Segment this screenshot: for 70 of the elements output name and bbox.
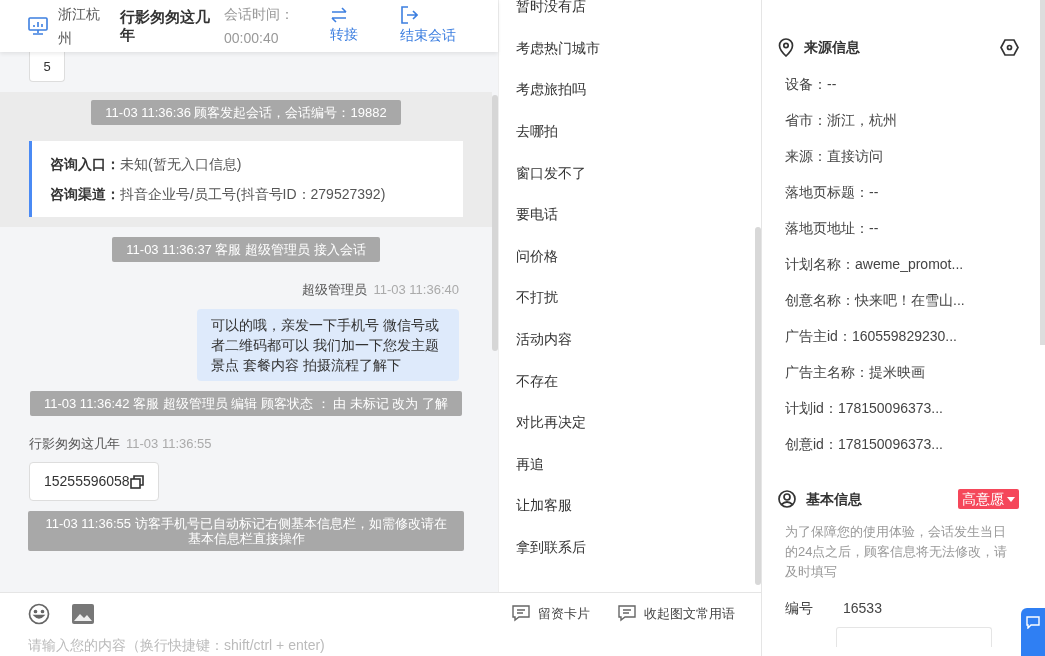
customer-name: 行影匆匆这几年 bbox=[120, 8, 211, 44]
emoji-icon bbox=[28, 602, 50, 625]
quick-reply-item[interactable]: 不存在 bbox=[499, 360, 749, 402]
info-row-text: 咨询渠道：抖音企业号/员工号(抖音号ID：279527392) bbox=[50, 185, 387, 204]
info-row-text: 落地页标题：-- bbox=[785, 183, 880, 202]
copy-icon bbox=[129, 474, 144, 489]
info-row-text: 省市：浙江，杭州 bbox=[785, 111, 898, 130]
quick-reply-item[interactable]: 不打扰 bbox=[499, 277, 749, 319]
info-row-text: 计划名称：aweme_promot... bbox=[785, 255, 965, 274]
section-title: 来源信息 bbox=[804, 37, 860, 57]
quick-reply-item[interactable]: 考虑热门城市 bbox=[499, 27, 749, 70]
scrollbar-thumb[interactable] bbox=[492, 95, 498, 351]
info-row-text: 创意名称：快来吧！在雪山... bbox=[785, 291, 966, 310]
quick-reply-item[interactable]: 去哪拍 bbox=[499, 110, 749, 153]
system-message: 11-03 11:36:37 客服 超级管理员 接入会话 bbox=[112, 237, 380, 262]
comment-icon bbox=[512, 605, 530, 623]
scrollbar-thumb[interactable] bbox=[755, 227, 761, 585]
transfer-button[interactable]: 转接 bbox=[330, 7, 358, 45]
info-row-text: 咨询入口：未知(暂无入口信息) bbox=[50, 155, 243, 174]
session-time: 00:00:40 bbox=[224, 29, 280, 48]
comment-icon bbox=[618, 605, 636, 623]
system-message: 11-03 11:36:55 访客手机号已自动标记右侧基本信息栏，如需修改请在基本信息栏直接操作 bbox=[28, 511, 464, 551]
message-time: 11-03 11:36:40 bbox=[373, 281, 459, 299]
info-row-text: 计划id：178150096373... bbox=[785, 399, 944, 418]
settings-icon bbox=[1000, 38, 1019, 56]
toolbar-button[interactable]: 留资卡片 bbox=[512, 603, 590, 624]
info-row-text: 来源：直接访问 bbox=[785, 147, 884, 166]
input-field[interactable] bbox=[836, 627, 992, 647]
quick-reply-item[interactable]: 对比再决定 bbox=[499, 401, 749, 444]
info-row-text: 设备：-- bbox=[785, 75, 838, 94]
scrollbar-thumb[interactable] bbox=[1040, 0, 1045, 345]
field-label: 编号 bbox=[785, 599, 814, 618]
phone-number: 15255596058 bbox=[44, 472, 130, 491]
quick-reply-item[interactable]: 拿到联系后 bbox=[499, 526, 749, 569]
quick-reply-item[interactable]: 窗口发不了 bbox=[499, 152, 749, 194]
exit-icon bbox=[400, 6, 418, 24]
info-row-text: 落地页地址：-- bbox=[785, 219, 880, 238]
info-row-text: 广告主id：160559829230... bbox=[785, 327, 958, 346]
system-message: 11-03 11:36:36 顾客发起会话，会话编号：19882 bbox=[91, 100, 401, 125]
toolbar-button[interactable]: 收起图文常用语 bbox=[618, 603, 735, 624]
system-message: 11-03 11:36:42 客服 超级管理员 编辑 顾客状态 ： 由 未标记 改为 了解 bbox=[29, 390, 462, 416]
message-bubble: 可以的哦，亲发一下手机号 微信号或者二维码都可以 我们加一下您发主题景点 套餐内容 拍摄流程了解下 bbox=[197, 308, 459, 381]
info-row-text: 广告主名称：提米映画 bbox=[785, 363, 926, 382]
location-pin-icon bbox=[778, 37, 794, 57]
monitor-icon bbox=[28, 17, 48, 35]
comment-icon bbox=[1026, 616, 1040, 629]
image-icon bbox=[72, 603, 94, 624]
quick-reply-item[interactable]: 活动内容 bbox=[499, 318, 749, 361]
end-session-button[interactable]: 结束会话 bbox=[400, 6, 456, 46]
location-text: 浙江杭州 bbox=[58, 5, 101, 48]
sender-name: 行影匆匆这几年 bbox=[29, 434, 120, 453]
message-bubble: 5 bbox=[29, 52, 65, 82]
info-row-text: 创意id：178150096373... bbox=[785, 435, 944, 454]
section-title: 基本信息 bbox=[806, 489, 862, 509]
quick-reply-item[interactable]: 暂时没有店 bbox=[499, 0, 749, 28]
field-value: 16533 bbox=[843, 599, 882, 618]
quick-reply-item[interactable]: 要电话 bbox=[499, 193, 749, 236]
quick-reply-item[interactable]: 考虑旅拍吗 bbox=[499, 69, 749, 111]
caret-icon bbox=[1007, 496, 1015, 502]
intent-dropdown[interactable]: 高意愿 bbox=[958, 489, 1019, 509]
chat-float-button[interactable] bbox=[1021, 608, 1045, 656]
quick-reply-item[interactable]: 让加客服 bbox=[499, 485, 749, 527]
notice-text: 为了保障您的使用体验，会话发生当日的24点之后，顾客信息将无法修改，请及时填写 bbox=[784, 523, 1009, 581]
quick-reply-item[interactable]: 再追 bbox=[499, 443, 749, 486]
swap-arrows-icon bbox=[330, 7, 348, 23]
sender-name: 超级管理员 bbox=[302, 281, 368, 299]
user-icon bbox=[778, 490, 796, 508]
quick-reply-item[interactable]: 问价格 bbox=[499, 235, 749, 278]
session-time-label: 会话时间： bbox=[224, 5, 295, 24]
message-time: 11-03 11:36:55 bbox=[126, 434, 212, 453]
